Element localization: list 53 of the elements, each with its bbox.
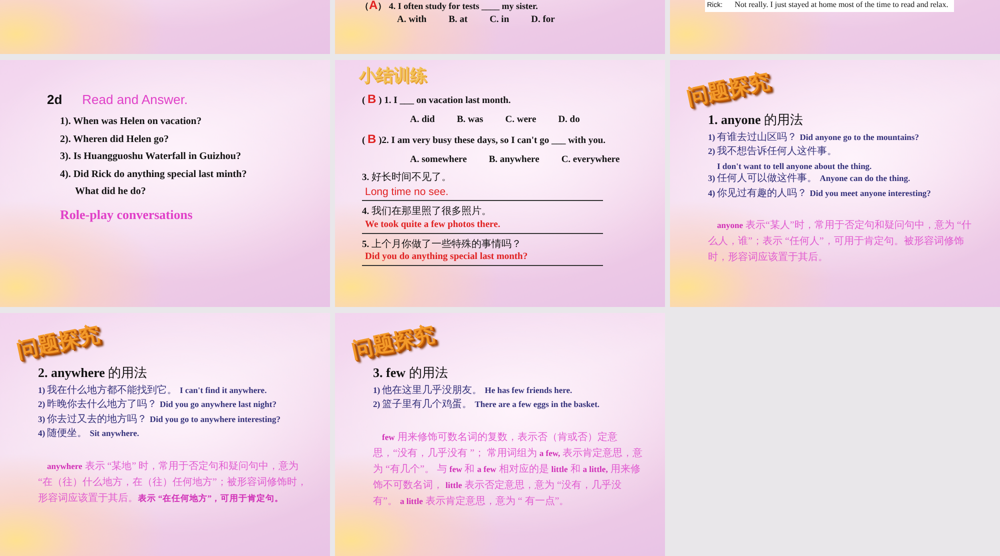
slide[interactable] [0, 313, 330, 556]
section-heading: 1. anyone 的用法 [708, 112, 804, 128]
banner-title: 问题探究 [349, 320, 437, 364]
note-text: anywhere 表示 “某地” 时，常用于否定句和疑问句中，意为 “在（往）什么地方，在（往）任何地方”；被形容词修饰时，形容词应该置于其后。表示 “在任何地方”，可用于肯定句。 [38, 460, 308, 506]
example-text: 1) 有谁去过山区吗？ Did anyone go to the mountains? [708, 132, 920, 144]
answer-text: We took quite a few photos there. [362, 220, 603, 234]
answer-text: Long time no see. [362, 186, 603, 201]
answer-text: Did you do anything special last month? [362, 252, 603, 266]
example-text: 3) 任何人可以做这件事。 Anyone can do the thing. [708, 173, 912, 186]
task-text: Role-play conversations [60, 206, 194, 223]
option-text: B. anywhere [488, 154, 540, 167]
option-text: C. were [505, 115, 536, 127]
section-heading: 2. anywhere 的用法 [38, 365, 148, 382]
example-text: I don't want to tell anyone about the thing. [717, 160, 873, 172]
exercise-text: 4. 我们在那里照了很多照片。 [362, 206, 492, 219]
section-title: Read and Answer. [82, 92, 188, 108]
option-text: C. in [490, 15, 510, 27]
question-text: 1). When was Helen on vacation? [60, 116, 202, 129]
slide[interactable]: （A） 4. I often study for tests ____ my sister. A. with B. at C. in D. for [335, 0, 665, 54]
slide[interactable] [670, 60, 1000, 307]
example-text: 4) 随便坐。 Sit anywhere. [38, 428, 140, 440]
option-text: A. did [410, 115, 435, 127]
option-text: B. at [448, 15, 468, 27]
option-text: C. everywhere [561, 154, 620, 167]
question-text: 4). Did Rick do anything special last minth? [60, 168, 248, 182]
option-text: B. was [456, 115, 484, 127]
option-text: D. do [558, 115, 580, 127]
example-text: 3) 你去过又去的地方吗？ Did you go to anywhere interesting? [38, 414, 282, 426]
exercise-text: ( B ) 1. I ___ on vacation last month. [362, 92, 512, 108]
slide-title: 小结训练 [359, 66, 428, 88]
section-number: 2d [47, 92, 62, 108]
section-heading: 3. few 的用法 [373, 365, 449, 382]
exercise-text: 5. 上个月你做了一些特殊的事情吗？ [362, 238, 522, 252]
question-text: 3). Is Huangguoshu Waterfall in Guizhou? [60, 151, 242, 164]
question-text: What did he do? [75, 186, 147, 199]
option-text: A. somewhere [410, 154, 467, 167]
option-text: A. with [397, 15, 427, 27]
note-text: few 用来修饰可数名词的复数，表示否（肯或否）定意思，“没有，几乎没有 ”； 常用词组为 a few, 表示肯定意思，意为 “有几个”。 与 few 和 a few 相对应的是 little 和 a little, 用来修饰不可数名词， little 表示否定意思，意为 “没有，几乎没有”。 a little 表示肯定意思，意为 “ 有一点”。 [373, 430, 644, 508]
question-text: 2). Wheren did Helen go? [60, 134, 170, 146]
note-text: anyone 表示“某人”时，常用于否定句和疑问句中，意为 “什么人，谁”；表示 “任何人”，可用于肯定句。被形容词修饰时，形容词应该置于其后。 [708, 218, 972, 266]
banner-title: 问题探究 [684, 68, 772, 111]
banner-title: 问题探究 [14, 320, 102, 364]
example-text: 2) 昨晚你去什么地方了吗？ Did you go anywhere last night? [38, 399, 278, 412]
example-text: 1) 我在什么地方都不能找到它。 I can't find it anywhere. [38, 384, 268, 397]
example-text: 1) 他在这里几乎没朋友。 He has few friends here. [373, 384, 574, 397]
exercise-text: （A） 4. I often study for tests ____ my sister. [360, 0, 539, 11]
example-text: 2) 我不想告诉任何人这件事。 [708, 146, 838, 158]
exercise-text: 3. 好长时间不见了。 [362, 172, 452, 185]
option-text: D. for [531, 15, 555, 27]
slide[interactable] [335, 60, 665, 307]
exercise-text: ( B )2. I am very busy these days, so I can't go ___ with you. [362, 132, 607, 148]
example-text: 4) 你见过有趣的人吗？ Did you meet anyone interesting? [708, 188, 932, 200]
example-text: 2) 篮子里有几个鸡蛋。 There are a few eggs in the basket. [373, 399, 601, 412]
